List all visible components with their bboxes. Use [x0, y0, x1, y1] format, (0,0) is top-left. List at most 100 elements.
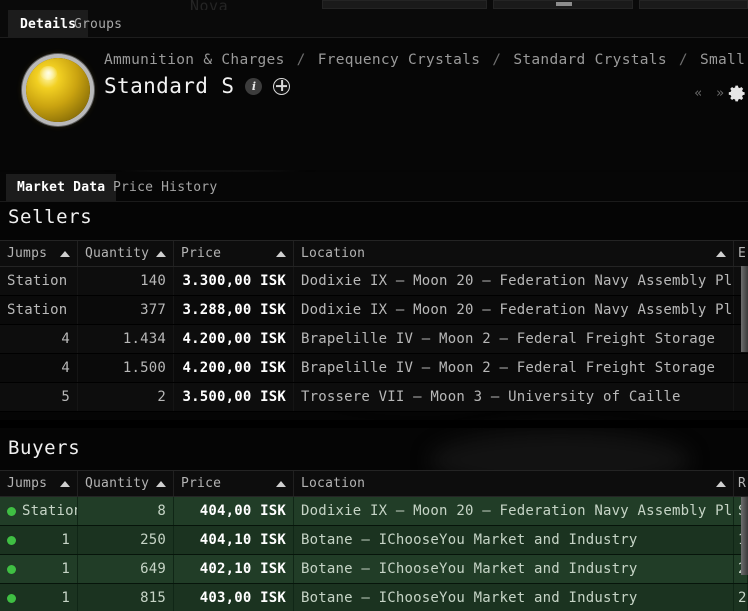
cell-quantity: 140: [78, 267, 174, 295]
cell-jumps: Station: [0, 497, 78, 525]
column-header-location-label: Location: [301, 246, 366, 261]
buyers-section-title: Buyers: [8, 437, 81, 459]
tab-price-history[interactable]: Price History: [102, 174, 228, 201]
column-header-quantity[interactable]: Quantity: [78, 241, 174, 266]
cell-price: 4.200,00 ISK: [174, 325, 294, 353]
cell-jumps: 4: [0, 354, 78, 382]
cell-quantity: 1.500: [78, 354, 174, 382]
cell-location: Brapelille IV – Moon 2 – Federal Freight…: [294, 325, 734, 353]
market-subtabs: Market Data Price History: [0, 172, 748, 202]
table-row[interactable]: 1 250 404,10 ISK Botane – IChooseYou Mar…: [0, 526, 748, 555]
column-header-expires[interactable]: E: [734, 241, 748, 266]
buyers-scrollbar[interactable]: [741, 497, 748, 611]
column-header-price[interactable]: Price: [174, 471, 294, 496]
order-active-dot-icon: [7, 593, 16, 603]
cell-jumps-label: Station: [22, 503, 78, 519]
table-row[interactable]: Station 140 3.300,00 ISK Dodixie IX – Mo…: [0, 267, 748, 296]
cell-price: 3.500,00 ISK: [174, 383, 294, 411]
nav-prev-icon[interactable]: «: [694, 86, 702, 101]
breadcrumb-item-small[interactable]: Small: [700, 52, 745, 68]
cell-location: Botane – IChooseYou Market and Industry: [294, 584, 734, 611]
order-active-dot-icon: [7, 535, 16, 545]
cell-quantity: 649: [78, 555, 174, 583]
ghost-chip: [639, 0, 748, 9]
cell-jumps: Station: [0, 267, 78, 295]
cell-price: 402,10 ISK: [174, 555, 294, 583]
ghost-chip: [322, 0, 487, 9]
ghost-chip-handle: [556, 2, 572, 6]
column-header-jumps[interactable]: Jumps: [0, 471, 78, 496]
table-row[interactable]: Station 8 404,00 ISK Dodixie IX – Moon 2…: [0, 497, 748, 526]
column-header-price[interactable]: Price: [174, 241, 294, 266]
target-icon[interactable]: [273, 77, 291, 95]
cell-jumps-label: 1: [61, 590, 70, 606]
column-header-location[interactable]: Location: [294, 241, 734, 266]
cell-jumps-label: 1: [61, 532, 70, 548]
cell-jumps-label: 1: [61, 561, 70, 577]
buyers-scrollbar-thumb[interactable]: [741, 497, 748, 575]
column-header-range[interactable]: R: [734, 471, 748, 496]
column-header-location[interactable]: Location: [294, 471, 734, 496]
sort-ascending-icon: [156, 250, 166, 257]
sellers-scrollbar-thumb[interactable]: [741, 266, 748, 352]
cell-price: 4.200,00 ISK: [174, 354, 294, 382]
background-ghost-bar: [0, 0, 748, 10]
table-row[interactable]: 4 1.434 4.200,00 ISK Brapelille IV – Moo…: [0, 325, 748, 354]
cell-jumps: 5: [0, 383, 78, 411]
table-row[interactable]: 1 649 402,10 ISK Botane – IChooseYou Mar…: [0, 555, 748, 584]
column-header-jumps[interactable]: Jumps: [0, 241, 78, 266]
breadcrumb-separator: /: [492, 52, 502, 68]
column-header-quantity-label: Quantity: [85, 476, 150, 491]
cell-price: 3.300,00 ISK: [174, 267, 294, 295]
breadcrumb-item-frequency-crystals[interactable]: Frequency Crystals: [318, 52, 481, 68]
column-header-quantity-label: Quantity: [85, 246, 150, 261]
item-icon-crystal[interactable]: [26, 58, 90, 122]
column-header-price-label: Price: [181, 246, 222, 261]
cell-location: Dodixie IX – Moon 20 – Federation Navy A…: [294, 497, 734, 525]
sort-ascending-icon: [716, 480, 726, 487]
cell-quantity: 1.434: [78, 325, 174, 353]
sellers-section-title: Sellers: [8, 206, 93, 228]
table-row[interactable]: 1 815 403,00 ISK Botane – IChooseYou Mar…: [0, 584, 748, 611]
table-row[interactable]: Station 377 3.288,00 ISK Dodixie IX – Mo…: [0, 296, 748, 325]
tab-market-data[interactable]: Market Data: [6, 174, 117, 201]
sellers-scrollbar[interactable]: [741, 266, 748, 420]
cell-quantity: 2: [78, 383, 174, 411]
cell-jumps-label: 4: [61, 331, 70, 347]
cell-price: 404,10 ISK: [174, 526, 294, 554]
cell-location: Dodixie IX – Moon 20 – Federation Navy A…: [294, 296, 734, 324]
cell-quantity: 250: [78, 526, 174, 554]
column-header-jumps-label: Jumps: [7, 246, 48, 261]
column-header-jumps-label: Jumps: [7, 476, 48, 491]
market-details-window: Nova Details Groups Ammunition & Charges…: [0, 0, 748, 611]
order-active-dot-icon: [7, 506, 16, 516]
nav-next-icon[interactable]: »: [716, 86, 724, 101]
page-title: Standard S: [104, 74, 235, 98]
column-header-quantity[interactable]: Quantity: [78, 471, 174, 496]
tab-groups[interactable]: Groups: [62, 10, 134, 38]
order-active-dot-icon: [7, 564, 16, 574]
cell-location: Trossere VII – Moon 3 – University of Ca…: [294, 383, 734, 411]
cell-quantity: 377: [78, 296, 174, 324]
panel-divider: [0, 420, 748, 428]
cell-location: Botane – IChooseYou Market and Industry: [294, 555, 734, 583]
cell-jumps: 4: [0, 325, 78, 353]
cell-price: 404,00 ISK: [174, 497, 294, 525]
gear-icon[interactable]: [728, 84, 747, 103]
cell-location: Brapelille IV – Moon 2 – Federal Freight…: [294, 354, 734, 382]
table-row[interactable]: 5 2 3.500,00 ISK Trossere VII – Moon 3 –…: [0, 383, 748, 412]
sort-ascending-icon: [60, 250, 70, 257]
sort-ascending-icon: [276, 480, 286, 487]
sort-ascending-icon: [60, 480, 70, 487]
breadcrumb-item-ammunition[interactable]: Ammunition & Charges: [104, 52, 285, 68]
cell-jumps-label: Station: [7, 273, 68, 289]
cell-jumps-label: 4: [61, 360, 70, 376]
info-icon[interactable]: i: [245, 77, 263, 95]
column-header-location-label: Location: [301, 476, 366, 491]
table-row[interactable]: 4 1.500 4.200,00 ISK Brapelille IV – Moo…: [0, 354, 748, 383]
cell-jumps: 1: [0, 526, 78, 554]
cell-jumps-label: 5: [61, 389, 70, 405]
buyers-table-header: Jumps Quantity Price Location R: [0, 470, 748, 497]
item-header: Ammunition & Charges / Frequency Crystal…: [0, 38, 748, 170]
breadcrumb-item-standard-crystals[interactable]: Standard Crystals: [513, 52, 667, 68]
